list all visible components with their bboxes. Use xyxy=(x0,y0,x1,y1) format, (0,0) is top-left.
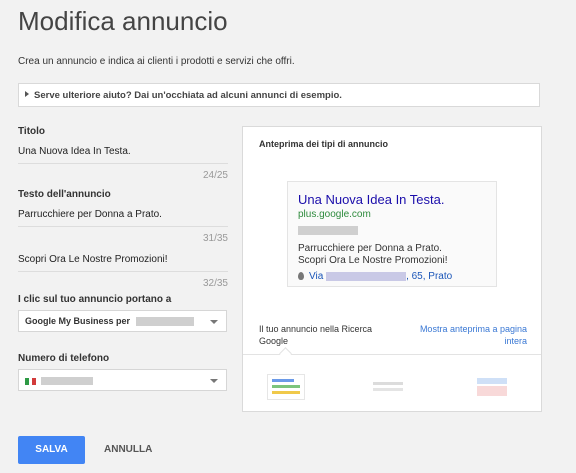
destination-label: I clic sul tuo annuncio portano a xyxy=(18,294,172,305)
ad-preview-card: Una Nuova Idea In Testa. plus.google.com… xyxy=(287,181,497,287)
ad-text-line2-counter: 32/35 xyxy=(202,278,228,289)
ad-type-thumb-mobile[interactable] xyxy=(473,374,511,400)
ad-text-line1-input[interactable]: Parrucchiere per Donna a Prato. xyxy=(18,209,228,220)
destination-value: Google My Business per xyxy=(25,316,131,326)
save-button[interactable]: SALVA xyxy=(18,436,85,464)
page-subtitle: Crea un annuncio e indica ai clienti i p… xyxy=(18,56,295,67)
page-title: Modifica annuncio xyxy=(18,6,228,36)
ad-location-suffix: , 65, Prato xyxy=(406,271,453,282)
help-text: Serve ulteriore aiuto? Dai un'occhiata a… xyxy=(34,90,342,101)
chevron-down-icon xyxy=(210,379,218,383)
title-label: Titolo xyxy=(18,126,46,137)
ad-location: Via , 65, Prato xyxy=(298,271,496,282)
redacted-ad-detail xyxy=(298,226,358,236)
phone-label: Numero di telefono xyxy=(18,353,110,364)
redacted-phone-number xyxy=(41,376,93,385)
ad-type-thumb-search[interactable] xyxy=(267,374,305,400)
ad-url: plus.google.com xyxy=(298,209,371,220)
title-counter: 24/25 xyxy=(202,170,228,181)
redacted-business-name xyxy=(135,317,194,327)
search-preview-label: Il tuo annuncio nella Ricerca Google xyxy=(259,324,373,346)
ad-preview-panel: Anteprima dei tipi di annuncio Una Nuova… xyxy=(242,126,542,412)
full-page-preview-link[interactable]: Mostra anteprima a pagina intera xyxy=(417,323,527,347)
ad-text-line1-underline xyxy=(18,226,228,227)
ad-text-line1-counter: 31/35 xyxy=(202,233,228,244)
cancel-button[interactable]: ANNULLA xyxy=(104,444,152,455)
ad-text-label: Testo dell'annuncio xyxy=(18,189,111,200)
destination-select[interactable]: Google My Business per xyxy=(18,310,227,332)
ad-description-line1: Parrucchiere per Donna a Prato. xyxy=(298,243,442,254)
italy-flag-icon xyxy=(25,377,36,386)
ad-text-line2-underline xyxy=(18,271,228,272)
ad-description-line2: Scopri Ora Le Nostre Promozioni! xyxy=(298,255,448,266)
ad-location-prefix: Via xyxy=(309,271,324,282)
redacted-street xyxy=(326,271,407,281)
location-pin-icon xyxy=(298,272,304,280)
title-input[interactable]: Una Nuova Idea In Testa. xyxy=(18,146,228,157)
preview-heading: Anteprima dei tipi di annuncio xyxy=(259,139,389,149)
ad-headline: Una Nuova Idea In Testa. xyxy=(298,192,445,207)
chevron-down-icon xyxy=(210,320,218,324)
help-expander[interactable]: Serve ulteriore aiuto? Dai un'occhiata a… xyxy=(18,83,540,107)
ad-type-thumb-display[interactable] xyxy=(369,374,407,400)
expand-triangle-icon xyxy=(25,91,29,97)
phone-input[interactable] xyxy=(18,369,227,391)
title-underline xyxy=(18,163,228,164)
ad-text-line2-input[interactable]: Scopri Ora Le Nostre Promozioni! xyxy=(18,254,228,265)
selected-notch xyxy=(279,347,292,360)
